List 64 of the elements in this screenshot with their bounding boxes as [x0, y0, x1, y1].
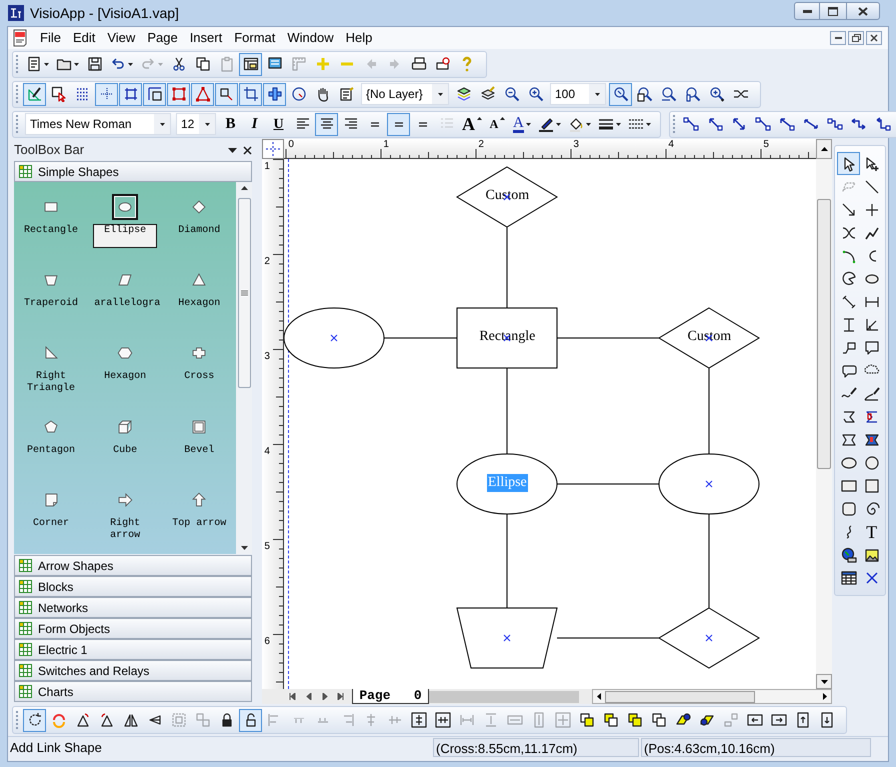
ruler-label: 5 [264, 541, 270, 552]
cross-coordinates: (Cross:8.55cm,11.17cm) [433, 738, 639, 757]
shape-text: Custom [686, 328, 732, 346]
category-header[interactable]: Switches and Relays [14, 660, 252, 681]
menu-item[interactable]: Edit [66, 28, 102, 48]
ruler-label: 3 [573, 139, 579, 150]
ruler-label: 2 [264, 256, 270, 267]
page-tab[interactable]: Page 0 [352, 689, 429, 704]
shape-label[interactable]: Cross [167, 370, 232, 384]
underline-button[interactable]: U [267, 112, 290, 136]
ruler-label: 1 [264, 161, 270, 172]
menu-item[interactable]: Help [340, 28, 378, 48]
grow-font-button[interactable]: A [459, 112, 485, 136]
ruler-label: 3 [264, 351, 270, 362]
shape-label[interactable]: Ellipse [93, 224, 158, 248]
status-message: Add Link Shape [9, 738, 103, 757]
italic-button[interactable]: I [243, 112, 266, 136]
menu-item[interactable]: Window [281, 28, 340, 48]
layer-dropdown[interactable]: {No Layer} [361, 83, 449, 105]
category-header[interactable]: Networks [14, 597, 252, 618]
text-tool-button[interactable]: T [860, 520, 884, 543]
category-header[interactable]: Arrow Shapes [14, 555, 252, 576]
shape-label[interactable]: Top arrow [167, 516, 232, 531]
ruler-label: 5 [763, 139, 769, 150]
font-color-button[interactable]: A [510, 112, 534, 136]
shape-label[interactable]: Bevel [167, 444, 232, 458]
font-dropdown[interactable]: Times New Roman [25, 113, 171, 135]
menu-item[interactable]: Page [141, 28, 184, 48]
shape-label[interactable]: Diamond [167, 224, 232, 238]
zoom-dropdown[interactable]: 100 [550, 83, 606, 105]
panel-title: ToolBox Bar [14, 141, 84, 160]
shape-text: Custom [484, 187, 530, 205]
shape-label[interactable]: Traperoid [19, 297, 84, 312]
shape-label[interactable]: Hexagon [167, 297, 232, 312]
ruler-label: 4 [264, 446, 270, 457]
bold-button[interactable]: B [219, 112, 242, 136]
ruler-label: 4 [668, 139, 674, 150]
category-header[interactable]: Electric 1 [14, 639, 252, 660]
shrink-font-button[interactable]: A [486, 112, 509, 136]
shape-label[interactable]: Right arrow [93, 516, 158, 543]
ruler-label: 2 [478, 139, 484, 150]
shape-label[interactable]: Pentagon [19, 444, 84, 458]
ruler-label: 6 [264, 636, 270, 647]
menu-item[interactable]: Format [228, 28, 282, 48]
shape-label[interactable]: Hexagon [93, 370, 158, 384]
menu-item[interactable]: File [34, 28, 67, 48]
position-coordinates: (Pos:4.63cm,10.16cm) [641, 738, 871, 757]
shape-label[interactable]: Corner [19, 516, 84, 531]
shape-label[interactable]: arallelogra [93, 297, 158, 312]
ruler-label: 1 [383, 139, 389, 150]
font-size-dropdown[interactable]: 12 [176, 113, 216, 135]
category-header[interactable]: Form Objects [14, 618, 252, 639]
ruler-label: 0 [288, 139, 294, 150]
shape-label[interactable]: Cube [93, 444, 158, 458]
menu-item[interactable]: View [101, 28, 142, 48]
menu-item[interactable]: Insert [184, 28, 228, 48]
category-header[interactable]: Blocks [14, 576, 252, 597]
category-header[interactable]: Simple Shapes [14, 161, 252, 182]
shape-text: Ellipse [486, 474, 528, 492]
shape-text: Rectangle [478, 328, 536, 346]
shape-label[interactable]: Rectangle [19, 224, 84, 238]
window-title: VisioApp - [VisioA1.vap] [30, 4, 179, 23]
category-header[interactable]: Charts [14, 681, 252, 702]
shape-label[interactable]: Right Triangle [19, 370, 84, 396]
